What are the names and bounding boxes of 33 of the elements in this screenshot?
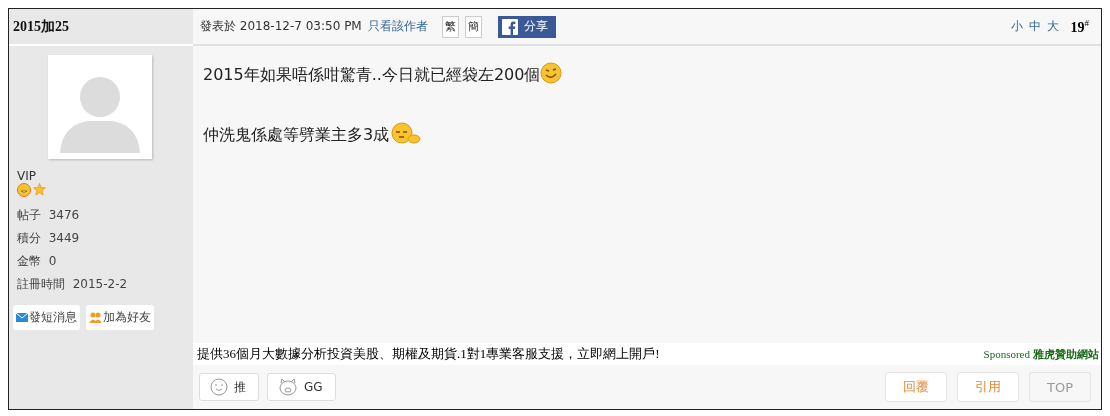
like-button[interactable]: 推	[199, 373, 259, 401]
user-stat: 帖子 3476	[17, 207, 81, 224]
facebook-icon	[501, 18, 518, 35]
user-rank: VIP	[17, 169, 37, 183]
user-stat: 金幣 0	[17, 253, 58, 270]
ad-link[interactable]: 提供36個月大數據分析投資美股、期權及期貨.1對1專業客服支援，立即網上開戶!	[197, 345, 660, 363]
post-text: 2015年如果唔係咁驚青..今日就已經袋左200個	[203, 65, 541, 86]
avatar-silhouette-icon	[48, 55, 152, 159]
author-name[interactable]: 2015加25	[13, 17, 69, 36]
user-stat: 積分 3449	[17, 230, 81, 247]
font-size-link[interactable]: 中	[1028, 18, 1041, 35]
floor-number: 19$^{#}$	[1070, 17, 1089, 36]
grinning-emoji-icon	[540, 62, 563, 84]
author-only-link[interactable]: 只看該作者	[367, 18, 428, 35]
send-message-button[interactable]: 發短消息	[13, 305, 80, 330]
sponsored-label: Sponsored	[983, 348, 1030, 360]
sponsor-link[interactable]: 雅虎贊助網站	[1033, 346, 1099, 362]
gg-button[interactable]: GG	[267, 373, 336, 401]
font-size-link[interactable]: 大	[1046, 18, 1059, 35]
facebook-share-button[interactable]: 分享	[497, 15, 556, 38]
envelope-icon	[16, 313, 28, 322]
script-toggle-button[interactable]: 簡	[464, 15, 482, 38]
pig-icon	[278, 378, 298, 396]
add-friend-button[interactable]: 加為好友	[86, 305, 154, 330]
post-date: 發表於 2018-12-7 03:50 PM	[200, 18, 362, 35]
user-stat: 註冊時間 2015-2-2	[17, 276, 129, 293]
script-toggle-button[interactable]: 繁	[441, 15, 459, 38]
sleepy-emoji-icon	[389, 122, 422, 146]
font-size-link[interactable]: 小	[1010, 18, 1023, 35]
smiley-badge-icon	[17, 183, 31, 197]
star-badge-icon	[33, 183, 46, 196]
people-icon	[89, 312, 102, 323]
post-text: 仲洗鬼係處等劈業主多3成	[203, 125, 390, 146]
